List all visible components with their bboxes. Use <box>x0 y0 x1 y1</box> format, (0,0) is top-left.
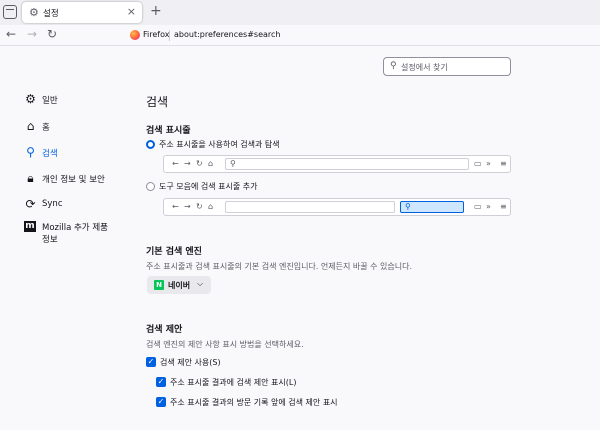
sidebar-item-label: 개인 정보 및 보안 <box>42 175 105 185</box>
search-engine-dropdown[interactable]: N 네이버 ⌵ <box>147 276 211 294</box>
radio-label: 도구 모음에 검색 표시줄 추가 <box>159 182 258 191</box>
suggestions-description: 검색 엔진의 제안 사항 표시 방법을 선택하세요. <box>146 340 304 349</box>
back-arrow-icon: ← <box>172 202 179 211</box>
radio-label: 주소 표시줄을 사용하여 검색과 탐색 <box>159 140 280 149</box>
default-engine-description: 주소 표시줄과 검색 표시줄의 기본 검색 엔진입니다. 언제든지 바꿀 수 있… <box>146 262 413 271</box>
sidebar-item-label: 검색 <box>42 149 58 159</box>
checkbox-label: 검색 제안 사용(S) <box>160 358 221 367</box>
nav-bar: ← → ↻ Firefox about:preferences#search <box>0 25 600 46</box>
checkbox-use-suggestions[interactable]: ✓ 검색 제안 사용(S) <box>146 357 346 369</box>
overflow-icon: » <box>486 159 491 168</box>
mozilla-icon: m <box>24 221 36 232</box>
forward-arrow-icon: → <box>184 202 191 211</box>
preview-address-bar: ← → ↻ ⌂ ⚲ ▭ » ≡ <box>163 155 511 173</box>
search-icon: ⚲ <box>230 159 236 168</box>
url-separator <box>169 30 170 41</box>
checkbox-show-ahead-history[interactable]: ✓ 주소 표시줄 결과의 방문 기록 앞에 검색 제안 표시 <box>156 397 436 409</box>
search-icon: ⚲ <box>26 145 35 159</box>
tab-strip: ⚙ 설정 × + <box>0 0 600 25</box>
sidebar-item-label: 정보 <box>42 235 58 245</box>
engine-name: 네이버 <box>168 281 191 290</box>
forward-arrow-icon: → <box>184 159 191 168</box>
tab-list-icon[interactable] <box>3 5 17 19</box>
checkmark-icon[interactable]: ✓ <box>146 357 156 367</box>
tab-settings[interactable]: ⚙ 설정 × <box>22 2 142 23</box>
firefox-logo-icon <box>130 30 140 40</box>
checkbox-show-in-address[interactable]: ✓ 주소 표시줄 결과에 검색 제안 표시(L) <box>156 377 406 389</box>
plus-icon[interactable]: + <box>150 4 162 18</box>
home-icon: ⌂ <box>26 119 35 133</box>
page-title: 검색 <box>146 95 169 109</box>
suggestions-heading: 검색 제안 <box>146 325 183 335</box>
checkbox-label: 주소 표시줄 결과의 방문 기록 앞에 검색 제안 표시 <box>170 398 338 407</box>
preview-search-field: ⚲ <box>400 201 464 213</box>
sidebar-icon: ▭ <box>474 202 482 211</box>
search-icon: ⚲ <box>405 202 411 211</box>
preferences-search-input[interactable]: ⚲ 설정에서 찾기 <box>383 57 511 76</box>
radio-address-bar[interactable]: 주소 표시줄을 사용하여 검색과 탐색 <box>146 139 426 151</box>
radio-toolbar[interactable]: 도구 모음에 검색 표시줄 추가 <box>146 181 426 193</box>
radio-selected[interactable] <box>146 140 155 149</box>
preview-url-field: ⚲ <box>225 158 469 170</box>
sidebar-item-label: 일반 <box>42 96 58 106</box>
url-text[interactable]: about:preferences#search <box>174 30 281 39</box>
checkmark-icon[interactable]: ✓ <box>156 397 166 407</box>
sidebar-icon: ▭ <box>474 159 482 168</box>
lock-icon: 🔒︎ <box>27 171 34 185</box>
naver-logo-icon: N <box>154 280 164 290</box>
search-placeholder: 설정에서 찾기 <box>401 63 448 72</box>
sidebar-item-label: Sync <box>42 199 63 209</box>
close-icon[interactable]: × <box>127 5 136 18</box>
menu-icon: ≡ <box>500 202 507 211</box>
forward-arrow-icon[interactable]: → <box>27 27 37 41</box>
sidebar-item-label: 홈 <box>42 123 50 133</box>
reload-icon: ↻ <box>196 159 203 168</box>
identity-label: Firefox <box>143 30 170 39</box>
sidebar-item-label: Mozilla 추가 제품 <box>42 223 108 233</box>
gear-icon: ⚙ <box>25 92 36 106</box>
home-icon: ⌂ <box>208 159 214 168</box>
checkbox-label: 주소 표시줄 결과에 검색 제안 표시(L) <box>170 378 297 387</box>
chevron-down-icon: ⌵ <box>197 279 204 288</box>
search-bar-heading: 검색 표시줄 <box>146 126 191 136</box>
gear-icon: ⚙ <box>29 6 39 19</box>
reload-icon: ↻ <box>196 202 203 211</box>
tab-title: 설정 <box>43 9 59 19</box>
radio-unselected[interactable] <box>146 182 155 191</box>
preview-toolbar-search: ← → ↻ ⌂ ⚲ ▭ » ≡ <box>163 198 511 216</box>
back-arrow-icon: ← <box>172 159 179 168</box>
reload-icon[interactable]: ↻ <box>47 27 57 41</box>
overflow-icon: » <box>486 202 491 211</box>
checkmark-icon[interactable]: ✓ <box>156 377 166 387</box>
home-icon: ⌂ <box>208 202 214 211</box>
search-icon: ⚲ <box>390 61 397 71</box>
menu-icon: ≡ <box>500 159 507 168</box>
url-bar[interactable]: Firefox about:preferences#search <box>124 27 594 44</box>
back-arrow-icon[interactable]: ← <box>6 27 16 41</box>
default-engine-heading: 기본 검색 엔진 <box>146 247 202 257</box>
preview-url-field <box>225 201 395 213</box>
sync-icon: ⟳ <box>25 197 36 211</box>
